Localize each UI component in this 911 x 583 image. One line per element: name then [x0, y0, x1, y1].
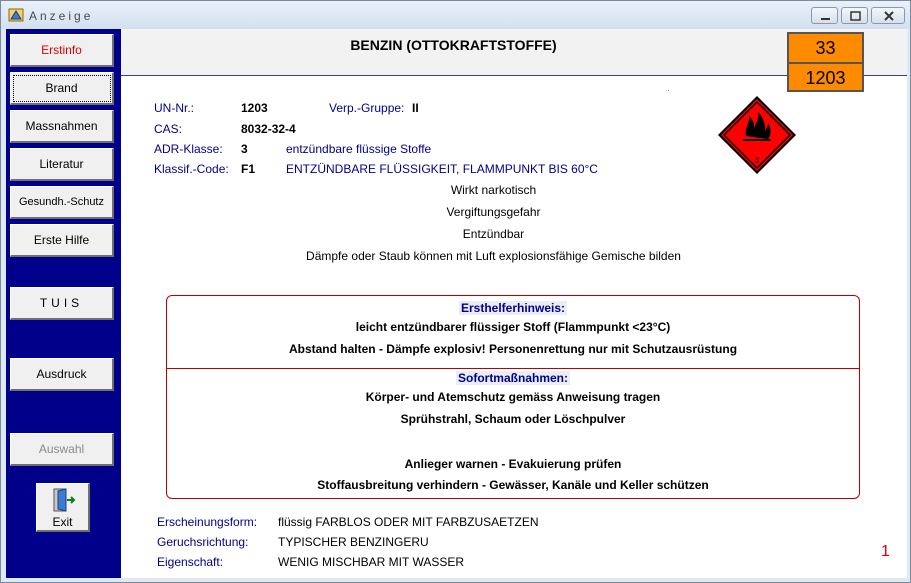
un-value: 1203 — [241, 101, 268, 115]
code-text: ENTZÜNDBARE FLÜSSIGKEIT, FLAMMPUNKT BIS … — [286, 162, 598, 176]
appearance-label: Erscheinungsform: — [157, 515, 258, 529]
immediate-heading: Sofortmaßnahmen: — [167, 371, 859, 385]
code-value: F1 — [241, 162, 256, 176]
adr-text: entzündbare flüssige Stoffe — [286, 142, 432, 156]
property-value: WENIG MISCHBAR MIT WASSER — [278, 555, 465, 569]
notice-box: Ersthelferhinweis: leicht entzündbarer f… — [166, 295, 860, 499]
sidebar-button-massnahmen[interactable]: Massnahmen — [10, 110, 114, 143]
effect-line: Vergiftungsgefahr — [446, 205, 541, 219]
hazard-plate: 33 1203 — [787, 32, 864, 92]
packing-value: II — [412, 101, 419, 115]
app-window: Anzeige Erstinfo Brand Massnahmen Litera… — [0, 0, 911, 583]
page-number: 1 — [881, 543, 890, 560]
property-label: Eigenschaft: — [157, 555, 224, 569]
immediate-line: Anlieger warnen - Evakuierung prüfen — [404, 457, 622, 471]
code-label: Klassif.-Code: — [154, 162, 229, 176]
sidebar-button-tuis[interactable]: TUIS — [10, 287, 114, 320]
substance-title: BENZIN (OTTOKRAFTSTOFFE) — [350, 37, 557, 53]
odor-label: Geruchsrichtung: — [157, 535, 249, 549]
cas-value: 8032-32-4 — [241, 122, 296, 136]
sidebar-button-brand[interactable]: Brand — [10, 72, 114, 105]
restore-icon — [850, 11, 861, 21]
packing-label: Verp.-Gruppe: — [329, 101, 405, 115]
sidebar: Erstinfo Brand Massnahmen Literatur Gesu… — [6, 29, 121, 578]
svg-text:3: 3 — [755, 156, 760, 165]
close-icon — [884, 11, 894, 21]
minimize-button[interactable] — [811, 7, 838, 24]
sidebar-button-erste-hilfe[interactable]: Erste Hilfe — [10, 224, 114, 257]
immediate-line: Körper- und Atemschutz gemäss Anweisung … — [365, 390, 661, 404]
sidebar-button-gesundheitsschutz[interactable]: Gesundh.-Schutz — [10, 186, 114, 219]
adr-value: 3 — [241, 142, 248, 156]
immediate-heading-text: Sofortmaßnahmen: — [455, 371, 570, 385]
app-icon — [8, 8, 24, 22]
effect-line: Wirkt narkotisch — [450, 183, 537, 197]
title-bar[interactable]: Anzeige — [1, 1, 910, 29]
sidebar-button-auswahl[interactable]: Auswahl — [10, 433, 114, 466]
exit-door-icon — [53, 488, 76, 512]
un-label: UN-Nr.: — [154, 101, 194, 115]
exit-button[interactable]: Exit — [36, 483, 90, 532]
immediate-line: Stoffausbreitung verhindern - Gewässer, … — [317, 478, 709, 492]
hazard-number: 33 — [815, 38, 836, 58]
odor-value: TYPISCHER BENZINGERU — [278, 535, 429, 549]
sidebar-button-ausdruck[interactable]: Ausdruck — [10, 358, 114, 391]
minimize-icon — [821, 18, 830, 20]
sidebar-button-literatur[interactable]: Literatur — [10, 148, 114, 181]
window-title: Anzeige — [29, 9, 94, 23]
appearance-value: flüssig FARBLOS ODER MIT FARBZUSAETZEN — [278, 515, 539, 529]
un-number: 1203 — [805, 68, 846, 88]
immediate-line: Sprühstrahl, Schaum oder Löschpulver — [400, 412, 626, 426]
content-panel: BENZIN (OTTOKRAFTSTOFFE) 33 1203 UN-Nr.:… — [121, 29, 907, 578]
effect-line: Dämpfe oder Staub können mit Luft explos… — [306, 249, 681, 263]
exit-label: Exit — [52, 515, 73, 529]
close-button[interactable] — [871, 7, 905, 24]
flammable-hazard-icon: 3 — [718, 96, 796, 174]
effect-line: Entzündbar — [462, 227, 525, 241]
first-aid-heading: Ersthelferhinweis: — [167, 301, 859, 315]
sidebar-button-erstinfo[interactable]: Erstinfo — [10, 34, 114, 67]
first-aid-heading-text: Ersthelferhinweis: — [458, 301, 568, 315]
adr-label: ADR-Klasse: — [154, 142, 223, 156]
maximize-button[interactable] — [841, 7, 868, 24]
cas-label: CAS: — [154, 122, 183, 136]
first-aid-line: Abstand halten - Dämpfe explosiv! Person… — [288, 342, 738, 356]
stray-dot — [668, 90, 669, 91]
notice-divider — [167, 368, 859, 369]
first-aid-line: leicht entzündbarer flüssiger Stoff (Fla… — [355, 320, 671, 334]
